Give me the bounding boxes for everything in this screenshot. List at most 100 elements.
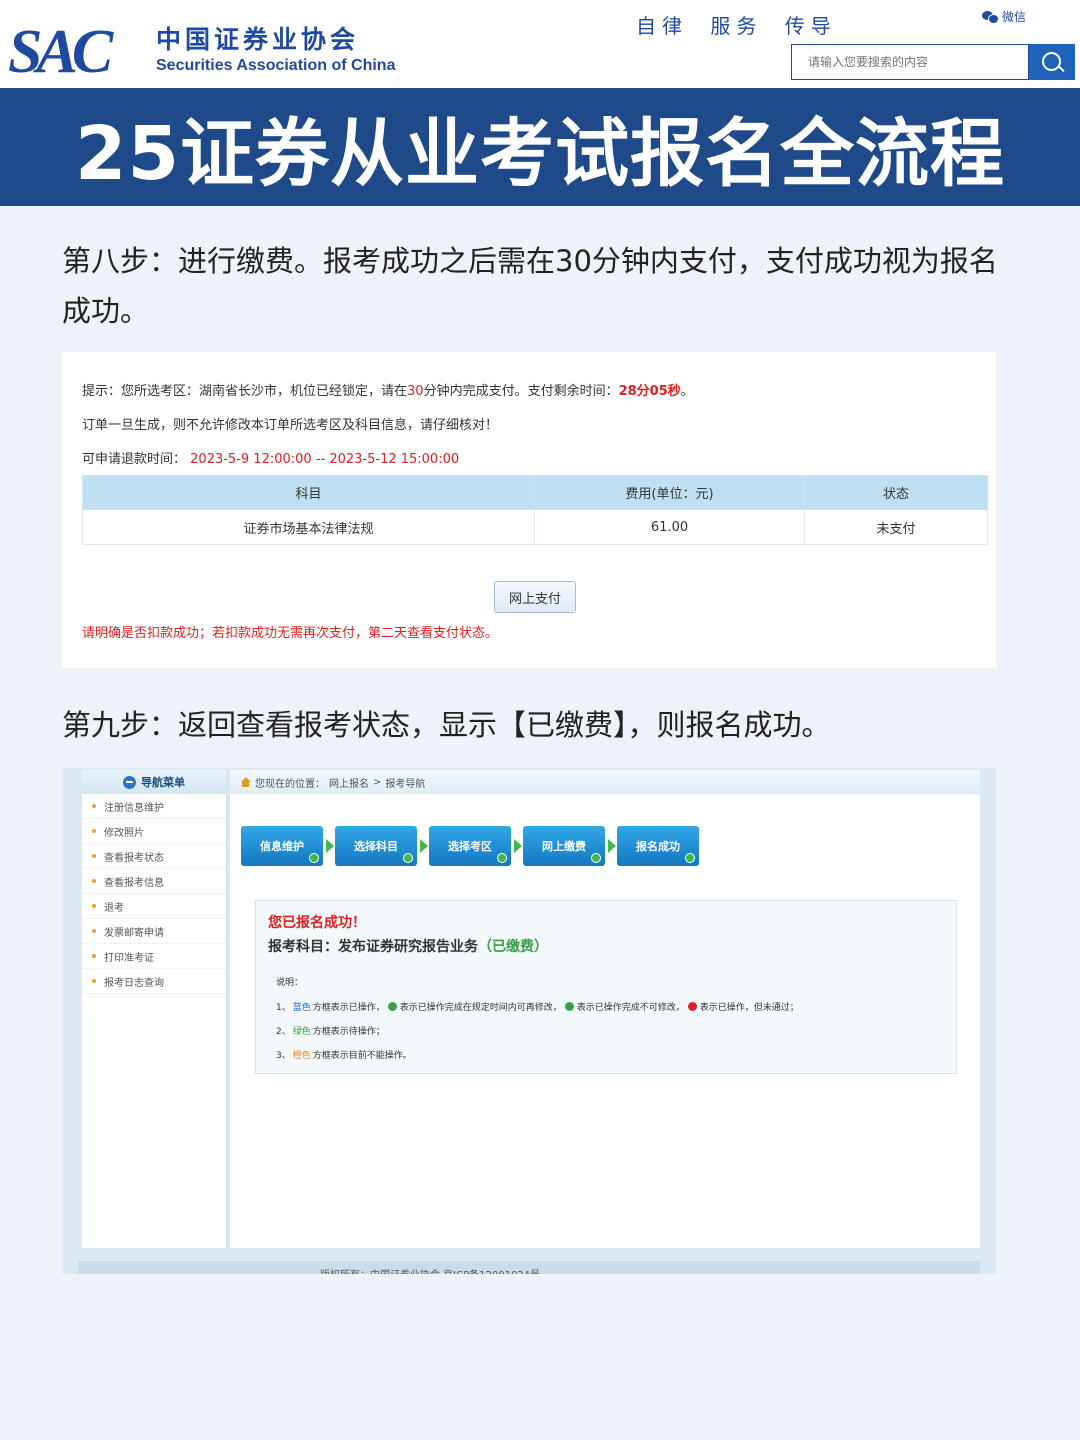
red-alert-icon: [687, 1002, 697, 1011]
legend-line-2: 2、 绿色 方框表示待操作；: [276, 1024, 385, 1037]
bullet-icon: [92, 879, 96, 883]
order-notice: 订单一旦生成，则不允许修改本订单所选考区及科目信息，请仔细核对！: [82, 418, 499, 433]
flow-step-subject[interactable]: 选择科目: [335, 826, 417, 866]
menu-icon: [123, 775, 136, 789]
footer-text: 版权所有：中国证券业协会 京ICP备12001024号: [320, 1266, 540, 1274]
legend-num: 3、: [276, 1051, 291, 1061]
fee-table-header: 科目 费用(单位：元) 状态: [82, 475, 988, 510]
legend-color-green: 绿色: [292, 1027, 311, 1037]
breadcrumb: 您现在的位置： 网上报名 > 报考导航: [230, 770, 980, 794]
nav-sidebar: 导航菜单 注册信息维护 修改照片 查看报考状态 查看报考信息 退考 发票邮寄申请…: [82, 770, 227, 1248]
notice-highlight: 30: [407, 384, 424, 399]
nav-item-print-ticket[interactable]: 打印准考证: [82, 944, 226, 969]
check-icon: [497, 853, 507, 863]
notice-middle: 分钟内完成支付。支付剩余时间：: [423, 384, 619, 399]
arrow-right-icon: [514, 839, 522, 853]
logo-chinese-name: 中国证券业协会: [156, 25, 360, 54]
step8-description: 第八步：进行缴费。报考成功之后需在30分钟内支付，支付成功视为报名成功。: [62, 244, 998, 328]
nav-item-exam-log[interactable]: 报考日志查询: [82, 969, 226, 994]
flow-step-label: 选择考区: [448, 840, 492, 853]
legend-text: 方框表示已操作，: [312, 1003, 385, 1013]
wechat-icon: [982, 10, 999, 24]
legend-text: 方框表示待操作；: [312, 1027, 385, 1037]
search-input[interactable]: [792, 45, 1028, 79]
check-icon: [309, 853, 319, 863]
nav-item-label: 查看报考信息: [104, 877, 164, 889]
bullet-icon: [92, 979, 96, 983]
green-check-icon: [387, 1002, 397, 1011]
legend-line-1: 1、 蓝色 方框表示已操作， 表示已操作完成在规定时间内可再修改， 表示已操作完…: [276, 1000, 799, 1013]
bullet-icon: [92, 829, 96, 833]
check-icon: [403, 853, 413, 863]
breadcrumb-link-online-register[interactable]: 网上报名: [329, 775, 369, 790]
nav-header: 导航菜单: [82, 770, 226, 794]
registered-subject: 报考科目：发布证券研究报告业务（已缴费）: [268, 936, 548, 956]
sac-logo-mark[interactable]: SAC: [8, 21, 113, 83]
cell-status: 未支付: [804, 509, 988, 545]
wechat-link[interactable]: 微信: [982, 8, 1026, 25]
header-motto: 自律 服务 传导: [636, 14, 837, 38]
logo-english-name: Securities Association of China: [156, 57, 396, 74]
nav-item-label: 注册信息维护: [104, 802, 164, 814]
legend-text: 方框表示目前不能操作。: [312, 1051, 412, 1061]
nav-item-label: 打印准考证: [104, 952, 154, 964]
banner-title: 25证券从业考试报名全流程: [75, 110, 1005, 197]
nav-item-label: 退考: [104, 902, 124, 914]
title-banner: 25证券从业考试报名全流程: [0, 88, 1080, 206]
payment-notice: 提示：您所选考区：湖南省长沙市，机位已经锁定，请在30分钟内完成支付。支付剩余时…: [82, 380, 694, 399]
bullet-icon: [92, 954, 96, 958]
nav-item-label: 查看报考状态: [104, 852, 164, 864]
status-main-panel: 您现在的位置： 网上报名 > 报考导航 信息维护 选择科目 选择考区 网上缴费 …: [230, 770, 980, 1248]
legend-text: 表示已操作完成在规定时间内可再修改，: [399, 1003, 562, 1013]
nav-item-exam-status[interactable]: 查看报考状态: [82, 844, 226, 869]
legend-color-orange: 橙色: [292, 1051, 311, 1061]
legend-text: 表示已操作，但未通过；: [699, 1003, 799, 1013]
flow-step-label: 报名成功: [636, 840, 680, 853]
nav-item-edit-photo[interactable]: 修改照片: [82, 819, 226, 844]
refund-label: 可申请退款时间：: [82, 452, 187, 467]
nav-item-withdraw[interactable]: 退考: [82, 894, 226, 919]
notice-end: 。: [680, 384, 694, 399]
nav-item-register-info[interactable]: 注册信息维护: [82, 794, 226, 819]
legend-color-blue: 蓝色: [292, 1003, 311, 1013]
arrow-right-icon: [608, 839, 616, 853]
payment-warning: 请明确是否扣款成功；若扣款成功无需再次支付，第二天查看支付状态。: [82, 626, 499, 641]
col-subject: 科目: [82, 475, 535, 510]
status-screenshot: 导航菜单 注册信息维护 修改照片 查看报考状态 查看报考信息 退考 发票邮寄申请…: [62, 768, 996, 1274]
nav-item-label: 发票邮寄申请: [104, 927, 164, 939]
legend-line-3: 3、 橙色 方框表示目前不能操作。: [276, 1048, 412, 1061]
search-button[interactable]: [1029, 44, 1075, 80]
nav-item-invoice-mail[interactable]: 发票邮寄申请: [82, 919, 226, 944]
flow-step-success[interactable]: 报名成功: [617, 826, 699, 866]
payment-screenshot: 提示：您所选考区：湖南省长沙市，机位已经锁定，请在30分钟内完成支付。支付剩余时…: [62, 352, 996, 668]
legend-num: 1、: [276, 1003, 291, 1013]
bullet-icon: [92, 929, 96, 933]
nav-item-exam-info[interactable]: 查看报考信息: [82, 869, 226, 894]
flow-step-payment[interactable]: 网上缴费: [523, 826, 605, 866]
step9-description: 第九步：返回查看报考状态，显示【已缴费】，则报名成功。: [62, 708, 831, 742]
col-fee: 费用(单位：元): [534, 475, 805, 510]
cell-subject: 证券市场基本法律法规: [82, 509, 535, 545]
flow-step-info[interactable]: 信息维护: [241, 826, 323, 866]
online-pay-button[interactable]: 网上支付: [494, 581, 576, 613]
refund-period: 2023-5-9 12:00:00 -- 2023-5-12 15:00:00: [190, 452, 460, 467]
check-icon: [591, 853, 601, 863]
breadcrumb-current: 报考导航: [385, 778, 426, 790]
breadcrumb-label: 您现在的位置：: [255, 778, 325, 790]
flow-step-area[interactable]: 选择考区: [429, 826, 511, 866]
col-status: 状态: [804, 475, 988, 510]
cell-fee: 61.00: [534, 509, 805, 545]
table-row: 证券市场基本法律法规 61.00 未支付: [82, 509, 988, 545]
fee-table: 科目 费用(单位：元) 状态 证券市场基本法律法规 61.00 未支付: [82, 475, 988, 545]
notice-prefix: 提示：您所选考区：湖南省长沙市，机位已经锁定，请在: [82, 384, 408, 399]
refund-period-line: 可申请退款时间： 2023-5-9 12:00:00 -- 2023-5-12 …: [82, 448, 459, 467]
success-message: 您已报名成功！: [268, 915, 366, 931]
flow-step-label: 网上缴费: [542, 840, 586, 853]
arrow-right-icon: [326, 839, 334, 853]
nav-title: 导航菜单: [141, 776, 185, 789]
wechat-label: 微信: [1002, 10, 1027, 24]
registration-result-box: 您已报名成功！ 报考科目：发布证券研究报告业务（已缴费） 说明： 1、 蓝色 方…: [255, 900, 957, 1074]
home-icon: [240, 777, 251, 787]
site-header: SAC 中国证券业协会 Securities Association of Ch…: [0, 0, 1080, 88]
bullet-icon: [92, 904, 96, 908]
